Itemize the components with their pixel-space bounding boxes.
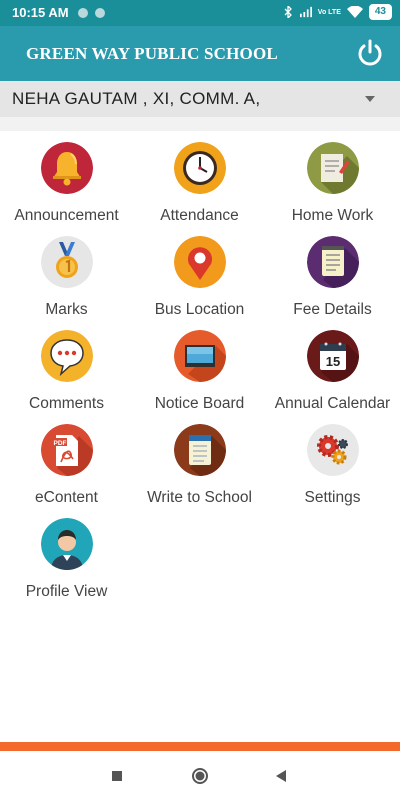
app-title: GREEN WAY PUBLIC SCHOOL (26, 44, 278, 63)
menu-item-label: Marks (45, 301, 88, 318)
notepad-icon (307, 236, 359, 288)
notification-dot-icon (78, 8, 88, 18)
pdf-icon: PDF (41, 424, 93, 476)
notification-dot-icon (95, 8, 105, 18)
menu-item-label: Fee Details (293, 301, 372, 318)
footer-accent-bar (0, 742, 400, 751)
menu-item-label: Settings (304, 489, 361, 506)
menu-item-notice-board[interactable]: Notice Board (133, 319, 266, 413)
status-time: 10:15 AM (12, 5, 69, 20)
dropdown-caret-icon[interactable] (365, 96, 375, 102)
homework-icon (307, 142, 359, 194)
menu-item-label: Write to School (147, 489, 252, 506)
back-icon[interactable] (270, 765, 292, 787)
power-icon[interactable] (356, 39, 384, 67)
menu-item-attendance[interactable]: Attendance (133, 131, 266, 225)
menu-item-label: Attendance (160, 207, 239, 224)
clock-icon (174, 142, 226, 194)
menu-item-announcement[interactable]: Announcement (0, 131, 133, 225)
gears-icon (307, 424, 359, 476)
menu-item-label: Bus Location (154, 301, 245, 318)
status-bar: 10:15 AM Vo LTE 43 (0, 0, 400, 26)
menu-item-fee-details[interactable]: Fee Details (266, 225, 399, 319)
menu-item-label: Announcement (14, 207, 119, 224)
recent-apps-icon[interactable] (106, 765, 128, 787)
menu-item-bus-location[interactable]: Bus Location (133, 225, 266, 319)
menu-item-label: eContent (35, 489, 98, 506)
menu-item-profile-view[interactable]: Profile View (0, 507, 133, 601)
board-icon (174, 330, 226, 382)
menu-item-label: Profile View (25, 583, 108, 600)
divider (0, 117, 400, 131)
menu-item-label: Notice Board (154, 395, 245, 412)
home-icon[interactable] (189, 765, 211, 787)
system-nav-bar (0, 751, 400, 800)
pdf-tag-text: PDF (54, 440, 67, 447)
app-bar: GREEN WAY PUBLIC SCHOOL (0, 26, 400, 81)
wifi-icon (346, 6, 363, 18)
menu-item-comments[interactable]: Comments (0, 319, 133, 413)
menu-item-econtent[interactable]: PDF eContent (0, 413, 133, 507)
bluetooth-icon (284, 6, 292, 18)
student-selector[interactable]: NEHA GAUTAM , XI, COMM. A, (0, 81, 400, 117)
menu-item-write-to-school[interactable]: Write to School (133, 413, 266, 507)
user-avatar-icon (41, 518, 93, 570)
menu-item-label: Home Work (291, 207, 374, 224)
menu-item-home-work[interactable]: Home Work (266, 131, 399, 225)
menu-item-label: Annual Calendar (274, 395, 391, 412)
location-pin-icon (174, 236, 226, 288)
notebook-icon (174, 424, 226, 476)
medal-icon (41, 236, 93, 288)
chat-bubble-icon (41, 330, 93, 382)
menu-item-label: Comments (29, 395, 104, 412)
calendar-day-text: 15 (326, 354, 340, 369)
bell-icon (41, 142, 93, 194)
calendar-icon: 15 (307, 330, 359, 382)
signal-icon (299, 6, 312, 18)
network-type-label: Vo LTE (317, 8, 341, 16)
student-selector-value: NEHA GAUTAM , XI, COMM. A, (12, 89, 261, 108)
menu-item-annual-calendar[interactable]: 15 Annual Calendar (266, 319, 399, 413)
menu-item-settings[interactable]: Settings (266, 413, 399, 507)
battery-icon: 43 (368, 4, 392, 20)
menu-item-marks[interactable]: Marks (0, 225, 133, 319)
